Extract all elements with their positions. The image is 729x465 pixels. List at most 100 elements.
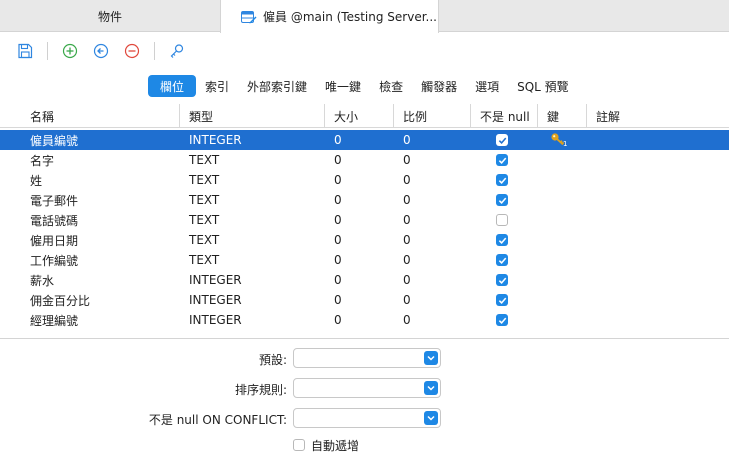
subtab-triggers[interactable]: 觸發器 — [412, 75, 466, 97]
tab-table-designer[interactable]: 僱員 @main (Testing Server... — [220, 0, 439, 33]
field-type-cell[interactable]: TEXT — [189, 250, 219, 270]
save-button[interactable] — [16, 42, 34, 60]
field-size-cell[interactable]: 0 — [334, 230, 342, 250]
table-row[interactable]: 薪水 INTEGER 0 0 — [0, 270, 729, 290]
autoincrement-checkbox[interactable] — [293, 439, 305, 451]
field-scale-cell[interactable]: 0 — [403, 270, 411, 290]
not-null-cell[interactable] — [496, 250, 508, 270]
field-name-cell[interactable]: 電子郵件 — [30, 190, 78, 210]
field-name-cell[interactable]: 佣金百分比 — [30, 290, 90, 310]
insert-field-button[interactable] — [92, 42, 110, 60]
table-row[interactable]: 電子郵件 TEXT 0 0 — [0, 190, 729, 210]
field-scale-cell[interactable]: 0 — [403, 310, 411, 330]
field-size-cell[interactable]: 0 — [334, 150, 342, 170]
field-name-cell[interactable]: 經理編號 — [30, 310, 78, 330]
column-header-type[interactable]: 類型 — [181, 104, 325, 128]
not-null-checkbox[interactable] — [496, 214, 508, 226]
field-size-cell[interactable]: 0 — [334, 250, 342, 270]
not-null-checkbox[interactable] — [496, 294, 508, 306]
not-null-cell[interactable] — [496, 170, 508, 190]
field-type-cell[interactable]: TEXT — [189, 190, 219, 210]
column-header-not-null[interactable]: 不是 null — [472, 104, 538, 128]
field-type-cell[interactable]: INTEGER — [189, 290, 242, 310]
field-name-cell[interactable]: 僱員編號 — [30, 130, 78, 150]
not-null-conflict-select[interactable] — [293, 408, 441, 428]
collation-select[interactable] — [293, 378, 441, 398]
column-header-name[interactable]: 名稱 — [0, 104, 180, 128]
table-row[interactable]: 工作編號 TEXT 0 0 — [0, 250, 729, 270]
field-name-cell[interactable]: 姓 — [30, 170, 42, 190]
not-null-checkbox[interactable] — [496, 274, 508, 286]
field-name-cell[interactable]: 名字 — [30, 150, 54, 170]
delete-field-button[interactable] — [123, 42, 141, 60]
column-header-comment[interactable]: 註解 — [588, 104, 729, 128]
subtab-fields[interactable]: 欄位 — [148, 75, 197, 97]
not-null-checkbox[interactable] — [496, 234, 508, 246]
field-size-cell[interactable]: 0 — [334, 210, 342, 230]
not-null-cell[interactable] — [496, 210, 508, 230]
field-size-cell[interactable]: 0 — [334, 170, 342, 190]
not-null-checkbox[interactable] — [496, 314, 508, 326]
table-row[interactable]: 僱員編號 INTEGER 0 0 1 — [0, 130, 729, 150]
subtab-unique[interactable]: 唯一鍵 — [316, 75, 370, 97]
subtab-options[interactable]: 選項 — [466, 75, 508, 97]
field-name-cell[interactable]: 僱用日期 — [30, 230, 78, 250]
field-name-cell[interactable]: 電話號碼 — [30, 210, 78, 230]
subtab-sql-preview[interactable]: SQL 預覽 — [508, 75, 578, 97]
field-scale-cell[interactable]: 0 — [403, 230, 411, 250]
not-null-checkbox[interactable] — [496, 134, 508, 146]
subtab-indexes[interactable]: 索引 — [196, 75, 238, 97]
field-scale-cell[interactable]: 0 — [403, 210, 411, 230]
field-scale-cell[interactable]: 0 — [403, 250, 411, 270]
panel-divider — [0, 338, 729, 339]
field-type-cell[interactable]: INTEGER — [189, 270, 242, 290]
tab-objects[interactable]: 物件 — [0, 0, 220, 32]
field-name-cell[interactable]: 薪水 — [30, 270, 54, 290]
not-null-cell[interactable] — [496, 130, 508, 150]
column-header-size[interactable]: 大小 — [326, 104, 394, 128]
autoincrement-option[interactable]: 自動遞增 — [293, 436, 359, 454]
field-size-cell[interactable]: 0 — [334, 310, 342, 330]
table-row[interactable]: 佣金百分比 INTEGER 0 0 — [0, 290, 729, 310]
field-type-cell[interactable]: TEXT — [189, 170, 219, 190]
not-null-checkbox[interactable] — [496, 154, 508, 166]
table-row[interactable]: 姓 TEXT 0 0 — [0, 170, 729, 190]
default-select[interactable] — [293, 348, 441, 368]
field-size-cell[interactable]: 0 — [334, 130, 342, 150]
field-scale-cell[interactable]: 0 — [403, 150, 411, 170]
field-name-cell[interactable]: 工作編號 — [30, 250, 78, 270]
subtab-checks[interactable]: 檢查 — [370, 75, 412, 97]
table-row[interactable]: 電話號碼 TEXT 0 0 — [0, 210, 729, 230]
field-scale-cell[interactable]: 0 — [403, 290, 411, 310]
not-null-cell[interactable] — [496, 310, 508, 330]
not-null-checkbox[interactable] — [496, 254, 508, 266]
table-row[interactable]: 名字 TEXT 0 0 — [0, 150, 729, 170]
field-scale-cell[interactable]: 0 — [403, 170, 411, 190]
tab-table-designer-label: 僱員 @main (Testing Server... — [263, 10, 437, 24]
table-row[interactable]: 經理編號 INTEGER 0 0 — [0, 310, 729, 330]
column-header-key[interactable]: 鍵 — [539, 104, 587, 128]
field-type-cell[interactable]: INTEGER — [189, 310, 242, 330]
subtab-foreign-keys[interactable]: 外部索引鍵 — [238, 75, 316, 97]
field-type-cell[interactable]: TEXT — [189, 150, 219, 170]
primary-key-button[interactable] — [168, 42, 186, 60]
field-type-cell[interactable]: TEXT — [189, 230, 219, 250]
not-null-cell[interactable] — [496, 190, 508, 210]
field-scale-cell[interactable]: 0 — [403, 190, 411, 210]
field-size-cell[interactable]: 0 — [334, 270, 342, 290]
not-null-cell[interactable] — [496, 290, 508, 310]
not-null-checkbox[interactable] — [496, 174, 508, 186]
column-header-scale[interactable]: 比例 — [395, 104, 471, 128]
not-null-cell[interactable] — [496, 230, 508, 250]
not-null-cell[interactable] — [496, 270, 508, 290]
field-scale-cell[interactable]: 0 — [403, 130, 411, 150]
field-type-cell[interactable]: INTEGER — [189, 130, 242, 150]
not-null-checkbox[interactable] — [496, 194, 508, 206]
fields-grid: 僱員編號 INTEGER 0 0 1 名字 TEXT 0 0 姓 TEXT 0 0 電子郵件 TEXT 0 0 電… — [0, 130, 729, 330]
add-field-button[interactable] — [61, 42, 79, 60]
field-size-cell[interactable]: 0 — [334, 290, 342, 310]
field-size-cell[interactable]: 0 — [334, 190, 342, 210]
field-type-cell[interactable]: TEXT — [189, 210, 219, 230]
not-null-cell[interactable] — [496, 150, 508, 170]
table-row[interactable]: 僱用日期 TEXT 0 0 — [0, 230, 729, 250]
